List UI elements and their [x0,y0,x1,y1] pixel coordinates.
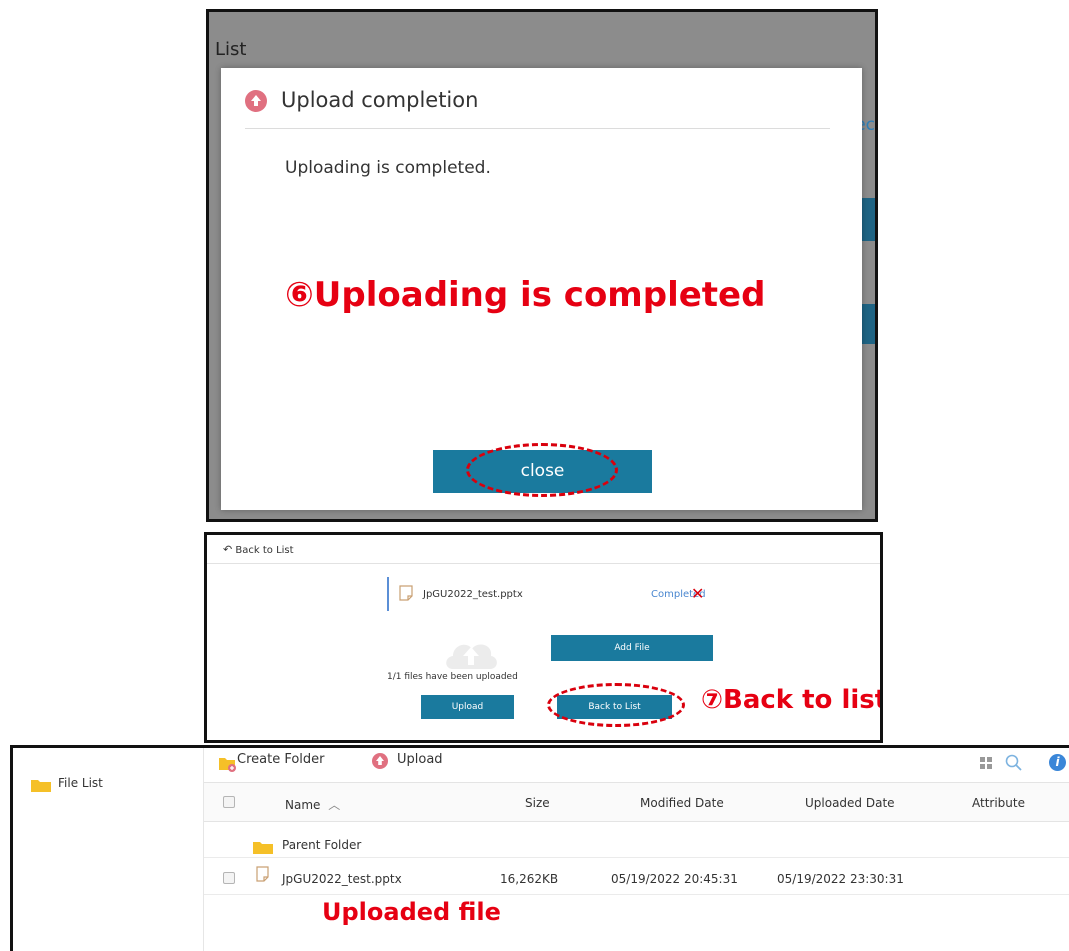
file-list-screenshot: File List Create Folder Upload i Name ︿ … [10,745,1069,951]
upload-completion-dialog: Upload completion Uploading is completed… [221,68,862,510]
upload-icon [245,90,267,112]
annotation-step-7: ⑦Back to list [701,685,883,715]
document-icon [256,866,269,882]
divider [207,563,880,564]
uploaded-date-cell: 05/19/2022 23:30:31 [777,872,904,886]
background-button [861,304,875,344]
divider [245,128,830,129]
column-header-name-label: Name [285,798,321,812]
grid-view-icon[interactable] [980,757,992,769]
search-icon[interactable] [1005,754,1023,772]
folder-icon [31,780,51,792]
annotation-uploaded-file: Uploaded file [322,898,501,926]
upload-count-text: 1/1 files have been uploaded [387,672,518,682]
upload-button[interactable]: Upload [421,695,514,719]
background-page-title: List [215,39,247,60]
dialog-message: Uploading is completed. [285,158,491,178]
sort-ascending-icon: ︿ [328,798,341,812]
column-header-name[interactable]: Name ︿ [285,796,340,813]
file-size-cell: 16,262KB [500,872,559,886]
toolbar-upload-label[interactable]: Upload [397,752,443,767]
create-folder-label[interactable]: Create Folder [237,752,325,767]
column-header-modified-date[interactable]: Modified Date [640,796,724,810]
add-file-button[interactable]: Add File [551,635,713,661]
info-icon[interactable]: i [1049,754,1066,771]
folder-icon [253,842,273,854]
modified-date-cell: 05/19/2022 20:45:31 [611,872,738,886]
file-name-cell[interactable]: JpGU2022_test.pptx [282,872,402,886]
column-header-size[interactable]: Size [525,796,550,810]
file-item-accent [387,577,389,611]
column-header-attribute[interactable]: Attribute [972,796,1025,810]
dialog-title: Upload completion [281,88,479,112]
parent-folder-link[interactable]: Parent Folder [282,838,361,852]
row-checkbox[interactable] [223,872,235,884]
annotation-highlight-ellipse [466,443,618,497]
cloud-upload-icon [446,644,497,669]
back-arrow-icon: ↶ [223,543,233,556]
upload-icon[interactable] [372,753,388,769]
back-to-list-link[interactable]: ↶ Back to List [223,543,294,556]
upload-completion-screenshot: List ec Upload completion Uploading is c… [206,9,878,522]
sidebar-item-file-list[interactable]: File List [58,776,103,790]
create-folder-icon [219,757,236,772]
background-button [861,198,875,241]
annotation-step-6: ⑥Uploading is completed [285,275,766,315]
select-all-checkbox[interactable] [223,796,235,808]
column-header-uploaded-date[interactable]: Uploaded Date [805,796,895,810]
annotation-highlight-ellipse [547,683,685,727]
upload-file-name: JpGU2022_test.pptx [423,589,523,600]
create-folder-button[interactable] [219,752,237,772]
upload-screen-screenshot: ↶ Back to List JpGU2022_test.pptx Comple… [204,532,883,743]
back-to-list-link-label: Back to List [235,545,294,556]
remove-file-icon[interactable]: ✕ [691,584,704,603]
document-icon [399,585,413,601]
